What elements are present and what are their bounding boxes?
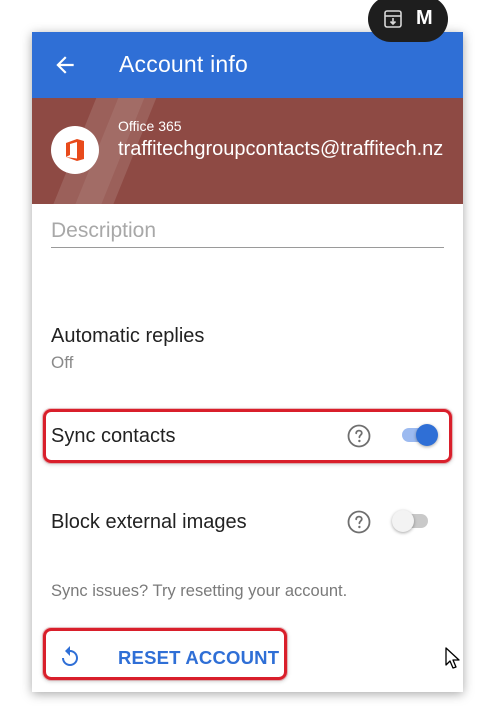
sync-hint-text: Sync issues? Try resetting your account.	[51, 582, 348, 600]
block-external-images-toggle[interactable]	[392, 508, 432, 532]
reset-account-label: RESET ACCOUNT	[118, 647, 280, 668]
account-type: Office 365	[118, 118, 182, 134]
arrow-back-icon	[56, 56, 74, 74]
reset-account-button[interactable]: RESET ACCOUNT	[48, 635, 284, 679]
automatic-replies-value: Off	[51, 353, 74, 372]
account-header: Office 365 traffitechgroupcontacts@traff…	[32, 98, 463, 204]
pill-label: M	[416, 7, 433, 29]
page-title: Account info	[119, 51, 248, 77]
block-external-images-label: Block external images	[51, 511, 247, 533]
help-icon[interactable]	[347, 424, 371, 448]
toggle-thumb	[392, 510, 414, 532]
sync-contacts-toggle[interactable]	[400, 422, 440, 446]
account-avatar	[51, 126, 99, 174]
toggle-thumb	[416, 424, 438, 446]
archive-icon	[384, 10, 402, 28]
description-input[interactable]	[51, 216, 444, 246]
mouse-cursor-icon	[445, 647, 460, 669]
back-button[interactable]	[52, 52, 78, 78]
description-field[interactable]	[51, 216, 444, 248]
account-info-screen: Account info Office 365 traffitechgroupc…	[32, 32, 463, 692]
automatic-replies-label[interactable]: Automatic replies	[51, 325, 204, 348]
help-icon[interactable]	[347, 510, 371, 534]
sync-contacts-label: Sync contacts	[51, 425, 176, 447]
office-logo-icon	[66, 139, 84, 161]
account-email: traffitechgroupcontacts@traffitech.nz	[118, 138, 444, 160]
overlay-pill[interactable]: M	[368, 0, 448, 42]
reset-icon	[62, 646, 78, 666]
